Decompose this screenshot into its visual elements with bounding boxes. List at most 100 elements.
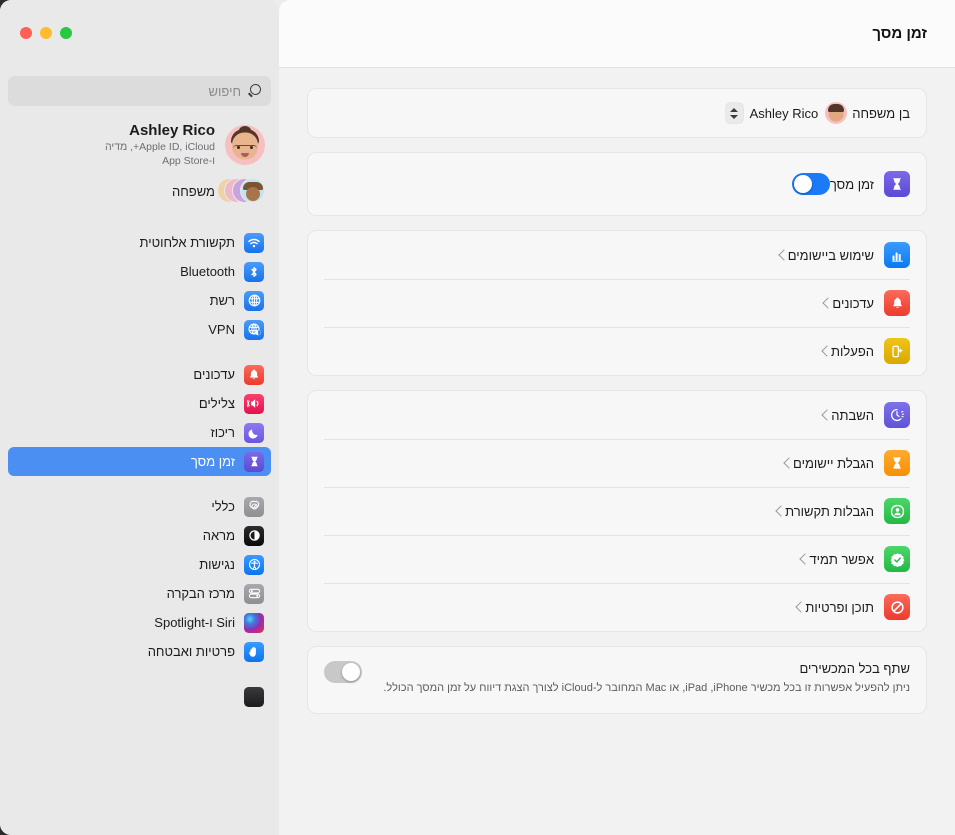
sidebar-item-control-center[interactable]: מרכז הבקרה	[8, 579, 271, 608]
chevron-left-icon	[775, 505, 787, 517]
general-gear-icon	[244, 496, 264, 517]
row-notifications-chevron-group	[822, 297, 835, 309]
siri-orb-icon	[244, 612, 264, 633]
row-app-limits[interactable]: הגבלת יישומים	[308, 439, 926, 487]
network-globe-icon	[244, 290, 264, 311]
account-text-block: Ashley Rico Apple ID, iCloud+, מדיה ו‑Ap…	[14, 122, 215, 168]
account-subtitle-line2: ו‑App Store	[162, 154, 215, 167]
page-title: זמן מסך	[872, 25, 927, 42]
share-across-devices-title: שתף בכל המכשירים	[799, 661, 911, 676]
row-app-usage-label: שימוש ביישומים	[787, 247, 874, 263]
share-across-devices-description: ניתן להפעיל אפשרות זו בכל מכשיר iPhone, …	[383, 682, 910, 694]
main-pane: זמן מסך בן משפחה Ashley Rico זמן מסך שימ…	[279, 0, 955, 835]
family-member-picker[interactable]: Ashley Rico	[723, 99, 853, 127]
row-communication-limits[interactable]: הגבלות תקשורת	[308, 487, 926, 535]
notifications-bell-icon	[884, 290, 910, 316]
sidebar-item-accessibility[interactable]: נגישות	[8, 550, 271, 579]
row-notifications-label: עדכונים	[832, 295, 874, 311]
sidebar-item-sound[interactable]: צלילים	[8, 389, 271, 418]
family-member-label-group: בן משפחה	[852, 106, 910, 121]
sidebar-item-screen-time-label: זמן מסך	[190, 454, 235, 469]
row-always-allowed[interactable]: אפשר תמיד	[308, 535, 926, 583]
row-pickups-label: הפעלות	[831, 343, 874, 359]
app-limits-hourglass-icon	[884, 450, 910, 476]
sidebar-item-network[interactable]: רשת	[8, 286, 271, 315]
sidebar-item-vpn[interactable]: VPN	[8, 315, 271, 344]
zoom-button[interactable]	[60, 27, 72, 39]
sidebar-item-appearance[interactable]: מראה	[8, 521, 271, 550]
sidebar-scroll-area[interactable]: Ashley Rico Apple ID, iCloud+, מדיה ו‑Ap…	[0, 116, 279, 835]
screen-time-toggle-card: זמן מסך	[307, 152, 927, 216]
app-usage-chart-icon	[884, 242, 910, 268]
screen-time-toggle-row: זמן מסך	[308, 153, 926, 215]
row-communication-limits-chevron-group	[775, 505, 787, 517]
screen-time-toggle-group	[791, 173, 830, 195]
partial-item-icon	[244, 686, 264, 707]
row-communication-limits-label: הגבלות תקשורת	[785, 503, 874, 519]
sidebar-item-siri-spotlight-label: Siri ו‑Spotlight	[154, 615, 235, 630]
sidebar-item-notifications[interactable]: עדכונים	[8, 360, 271, 389]
downtime-clock-icon	[884, 402, 910, 428]
privacy-hand-icon	[244, 641, 264, 662]
row-app-limits-labelgroup: הגבלת יישומים	[793, 450, 910, 476]
sidebar-divider-1	[8, 212, 271, 228]
search-icon	[248, 84, 262, 98]
up-down-stepper-icon[interactable]	[725, 103, 743, 123]
main-header: זמן מסך	[279, 0, 955, 68]
row-app-limits-label: הגבלת יישומים	[793, 455, 874, 471]
share-across-devices-toggle[interactable]	[324, 661, 362, 683]
memoji-avatar-icon	[225, 125, 265, 165]
row-content-privacy-labelgroup: תוכן ופרטיות	[805, 594, 910, 620]
row-pickups-chevron-group	[821, 345, 833, 357]
communication-limits-person-icon	[884, 498, 910, 524]
sidebar-item-wifi[interactable]: תקשורת אלחוטית	[8, 228, 271, 257]
sidebar-item-wifi-label: תקשורת אלחוטית	[139, 235, 235, 250]
row-content-privacy[interactable]: תוכן ופרטיות	[308, 583, 926, 631]
row-notifications[interactable]: עדכונים	[308, 279, 926, 327]
close-button[interactable]	[20, 27, 32, 39]
search-field-wrapper: חיפוש	[8, 76, 271, 106]
row-downtime-labelgroup: השבתה	[831, 402, 910, 428]
row-app-limits-chevron-group	[783, 457, 795, 469]
minimize-button[interactable]	[40, 27, 52, 39]
limits-card: השבתה הגבלת יישומים הגבלות תקשורת אפשר ת…	[307, 390, 927, 632]
notifications-bell-icon	[244, 364, 264, 385]
row-pickups[interactable]: הפעלות	[308, 327, 926, 375]
sidebar-item-focus[interactable]: ריכוז	[8, 418, 271, 447]
system-settings-window: זמן מסך בן משפחה Ashley Rico זמן מסך שימ…	[0, 0, 955, 835]
row-app-usage-labelgroup: שימוש ביישומים	[788, 242, 910, 268]
main-body: בן משפחה Ashley Rico זמן מסך שימוש ביישו…	[279, 68, 955, 835]
sidebar-item-accessibility-label: נגישות	[199, 557, 235, 572]
family-member-row: בן משפחה Ashley Rico	[308, 89, 926, 137]
memoji-avatar-icon	[825, 102, 848, 124]
search-input[interactable]: חיפוש	[8, 76, 271, 106]
appearance-contrast-icon	[244, 525, 264, 546]
control-center-icon	[244, 583, 264, 604]
sidebar-item-sound-label: צלילים	[198, 396, 235, 411]
sidebar-item-bluetooth[interactable]: Bluetooth	[8, 257, 271, 286]
sidebar-item-vpn-label: VPN	[208, 322, 235, 337]
screen-time-label: זמן מסך	[829, 176, 874, 192]
row-downtime[interactable]: השבתה	[308, 391, 926, 439]
sidebar-item-siri-spotlight[interactable]: Siri ו‑Spotlight	[8, 608, 271, 637]
family-avatars-icon	[217, 178, 265, 204]
family-member-label: בן משפחה	[852, 105, 910, 121]
row-content-privacy-label: תוכן ופרטיות	[805, 599, 874, 615]
sidebar-item-apple-account[interactable]: Ashley Rico Apple ID, iCloud+, מדיה ו‑Ap…	[8, 116, 271, 174]
row-app-usage[interactable]: שימוש ביישומים	[308, 231, 926, 279]
screen-time-toggle[interactable]	[791, 173, 830, 195]
sidebar-item-general-label: כללי	[211, 499, 235, 514]
sidebar-item-partially-visible[interactable]	[8, 682, 271, 711]
sidebar-item-privacy-security-label: פרטיות ואבטחה	[147, 644, 235, 659]
row-downtime-label: השבתה	[831, 407, 874, 423]
sidebar-item-screen-time[interactable]: זמן מסך	[8, 447, 271, 476]
sidebar-item-privacy-security[interactable]: פרטיות ואבטחה	[8, 637, 271, 666]
search-placeholder: חיפוש	[208, 83, 241, 99]
chevron-left-icon	[783, 457, 795, 469]
sidebar-item-general[interactable]: כללי	[8, 492, 271, 521]
share-across-devices-card: שתף בכל המכשירים ניתן להפעיל אפשרות זו ב…	[307, 646, 927, 714]
screen-time-hourglass-icon	[244, 451, 264, 472]
vpn-globe-icon	[244, 319, 264, 340]
sidebar-item-family[interactable]: משפחה	[8, 174, 271, 208]
chevron-left-icon	[821, 409, 833, 421]
